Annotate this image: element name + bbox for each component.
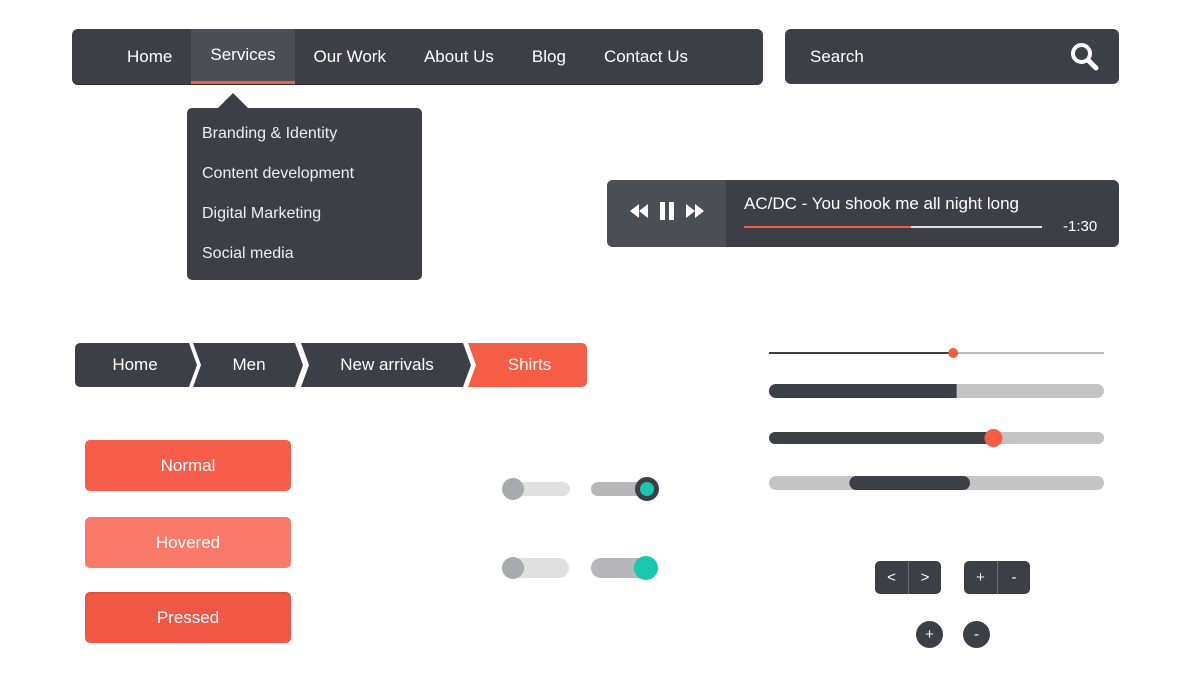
toggle-switch-off[interactable]: [502, 478, 572, 500]
pause-icon[interactable]: [659, 202, 675, 225]
playback-progress-bar[interactable]: [744, 226, 1042, 228]
nav-item-our-work[interactable]: Our Work: [295, 29, 405, 84]
breadcrumb-item-shirts[interactable]: Shirts: [468, 343, 587, 387]
player-controls: [607, 180, 726, 247]
range-slider[interactable]: [769, 476, 1104, 490]
dropdown-item-digital-marketing[interactable]: Digital Marketing: [187, 202, 422, 242]
nav-item-contact-us[interactable]: Contact Us: [585, 29, 707, 84]
breadcrumb-item-home[interactable]: Home: [75, 343, 199, 387]
track-title: AC/DC - You shook me all night long: [744, 194, 1019, 213]
breadcrumb-label: Men: [232, 355, 266, 374]
next-button[interactable]: >: [908, 561, 941, 594]
knob-slider[interactable]: [769, 428, 1104, 448]
toggle-switch-off[interactable]: [502, 557, 572, 579]
rewind-icon[interactable]: [629, 204, 649, 223]
breadcrumb-label: Home: [112, 355, 158, 374]
breadcrumb-label: New arrivals: [340, 355, 434, 374]
plus-minus-button-group: + -: [964, 561, 1030, 594]
main-navbar: Home Services Our Work About Us Blog Con…: [72, 29, 763, 84]
toggle-knob: [502, 478, 524, 500]
time-remaining: -1:30: [1063, 218, 1098, 235]
round-plus-button[interactable]: +: [916, 621, 943, 648]
breadcrumb-label: Shirts: [507, 355, 552, 374]
toggle-switch-on[interactable]: [590, 555, 660, 581]
search-input[interactable]: [785, 29, 1055, 84]
plus-button[interactable]: +: [964, 561, 997, 594]
nav-item-services[interactable]: Services: [191, 29, 295, 84]
fast-forward-icon[interactable]: [685, 204, 705, 223]
dropdown-item-social-media[interactable]: Social media: [187, 242, 422, 282]
nav-item-home[interactable]: Home: [108, 29, 191, 84]
hovered-button[interactable]: Hovered: [85, 517, 291, 568]
nav-item-about-us[interactable]: About Us: [405, 29, 513, 84]
breadcrumb-item-new-arrivals[interactable]: New arrivals: [301, 343, 473, 387]
pressed-button[interactable]: Pressed: [85, 592, 291, 643]
nav-item-blog[interactable]: Blog: [513, 29, 585, 84]
search-icon[interactable]: [1069, 41, 1101, 73]
search-box: [785, 29, 1119, 84]
toggle-knob: [635, 477, 659, 501]
toggle-knob: [634, 556, 658, 580]
progress-slider[interactable]: [769, 384, 1104, 398]
dropdown-item-content[interactable]: Content development: [187, 162, 422, 202]
breadcrumb: Home Men New arrivals Shirts: [75, 343, 587, 387]
dropdown-item-branding[interactable]: Branding & Identity: [187, 122, 422, 162]
thin-slider[interactable]: [769, 346, 1104, 360]
services-dropdown-menu: Branding & Identity Content development …: [187, 108, 422, 280]
music-player: AC/DC - You shook me all night long -1:3…: [607, 180, 1119, 247]
breadcrumb-item-men[interactable]: Men: [193, 343, 305, 387]
prev-next-button-group: < >: [875, 561, 941, 594]
prev-button[interactable]: <: [875, 561, 908, 594]
playback-progress-fill: [744, 226, 911, 228]
toggle-switch-on[interactable]: [590, 476, 660, 502]
dropdown-caret: [218, 93, 248, 108]
toggle-knob: [502, 557, 524, 579]
round-minus-button[interactable]: -: [963, 621, 990, 648]
minus-button[interactable]: -: [997, 561, 1030, 594]
normal-button[interactable]: Normal: [85, 440, 291, 491]
